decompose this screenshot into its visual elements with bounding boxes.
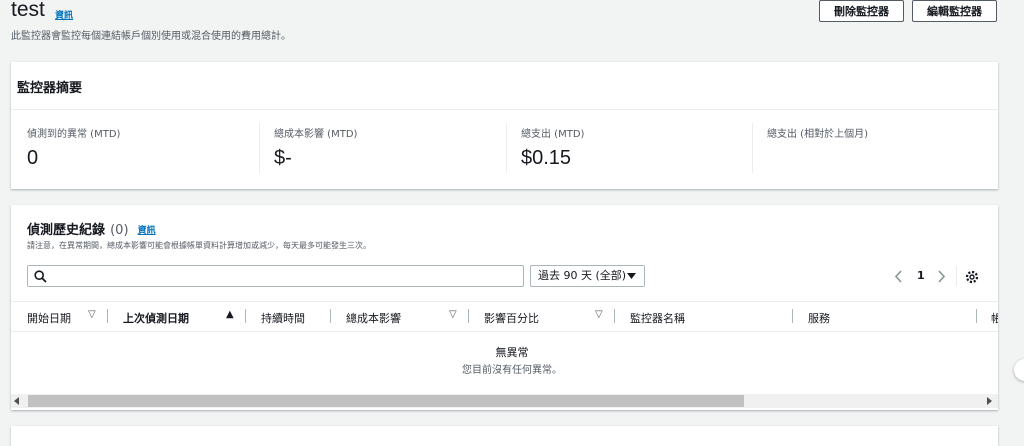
metric-label: 偵測到的異常 (MTD) — [27, 129, 121, 140]
column-separator — [107, 309, 108, 323]
column-header-duration[interactable]: 持續時間 — [261, 310, 305, 326]
date-range-value: 過去 90 天 (全部) — [538, 269, 627, 282]
date-range-select[interactable]: 過去 90 天 (全部) — [530, 265, 645, 287]
sort-icon[interactable]: ▽ — [449, 309, 457, 320]
search-input[interactable] — [27, 265, 524, 287]
settings-gear-icon[interactable] — [965, 270, 979, 284]
next-page-icon[interactable] — [936, 270, 946, 283]
next-card — [11, 426, 998, 446]
table-header-divider — [11, 331, 998, 332]
metric-value: 0 — [27, 147, 39, 169]
delete-monitor-button[interactable]: 刪除監控器 — [819, 0, 904, 22]
table-top-divider — [11, 301, 998, 302]
column-header-start-date[interactable]: 開始日期 — [27, 310, 71, 326]
detection-history-card — [11, 205, 998, 410]
metric-value: $- — [274, 147, 292, 169]
sort-icon[interactable]: ▽ — [88, 309, 96, 320]
metric-cost-impact: 總成本影響 (MTD) $- — [274, 125, 358, 169]
sort-ascending-icon[interactable]: ▲ — [226, 309, 234, 320]
horizontal-scrollbar[interactable] — [11, 394, 998, 408]
metric-separator — [259, 123, 260, 173]
metric-label: 總支出 (MTD) — [521, 129, 585, 140]
scroll-left-icon[interactable] — [14, 397, 20, 405]
metric-spend-vs-last-month: 總支出 (相對於上個月) — [767, 125, 868, 140]
info-link[interactable]: 資訊 — [55, 8, 73, 21]
history-note: 請注意，在異常期間，總成本影響可能會根據帳單資料計算增加或減少，每天最多可能發生… — [27, 241, 371, 250]
column-separator — [614, 309, 615, 323]
pagination-separator — [956, 266, 957, 286]
history-count: (0) — [110, 223, 129, 238]
metric-value: $0.15 — [521, 147, 572, 169]
search-icon — [34, 270, 47, 283]
previous-page-icon[interactable] — [894, 270, 904, 283]
metric-anomalies: 偵測到的異常 (MTD) 0 — [27, 125, 121, 169]
metric-label: 總成本影響 (MTD) — [274, 129, 358, 140]
metric-label: 總支出 (相對於上個月) — [767, 129, 868, 140]
page-title: test — [11, 0, 45, 21]
sort-icon[interactable]: ▽ — [595, 309, 603, 320]
summary-title: 監控器摘要 — [17, 81, 83, 96]
column-header-monitor-name[interactable]: 監控器名稱 — [630, 310, 685, 326]
edit-monitor-button[interactable]: 編輯監控器 — [912, 0, 997, 22]
column-header-account[interactable]: 帳 — [991, 310, 998, 326]
summary-divider — [11, 109, 998, 110]
page-number[interactable]: 1 — [917, 269, 925, 282]
scrollbar-thumb[interactable] — [28, 395, 744, 407]
column-header-service[interactable]: 服務 — [808, 310, 830, 326]
empty-state-description: 您目前沒有任何異常。 — [462, 365, 562, 376]
column-header-last-detected[interactable]: 上次偵測日期 — [123, 310, 189, 326]
metric-separator — [752, 123, 753, 173]
caret-down-icon — [627, 273, 636, 279]
column-separator — [330, 309, 331, 323]
column-header-cost-impact[interactable]: 總成本影響 — [346, 310, 401, 326]
column-header-impact-percent[interactable]: 影響百分比 — [484, 310, 539, 326]
column-separator — [976, 309, 977, 323]
history-header: 偵測歷史紀錄 (0) 資訊 — [27, 219, 156, 238]
info-link[interactable]: 資訊 — [138, 226, 156, 236]
column-separator — [245, 309, 246, 323]
column-separator — [468, 309, 469, 323]
scroll-right-icon[interactable] — [987, 397, 993, 405]
history-title: 偵測歷史紀錄 — [27, 223, 106, 238]
metric-total-spend: 總支出 (MTD) $0.15 — [521, 125, 585, 169]
empty-state-title: 無異常 — [495, 346, 529, 359]
metric-separator — [506, 123, 507, 173]
column-separator — [792, 309, 793, 323]
side-panel-handle[interactable] — [1014, 359, 1024, 381]
page-subtitle: 此監控器會監控每個連結帳戶個別使用或混合使用的費用總計。 — [11, 31, 291, 42]
